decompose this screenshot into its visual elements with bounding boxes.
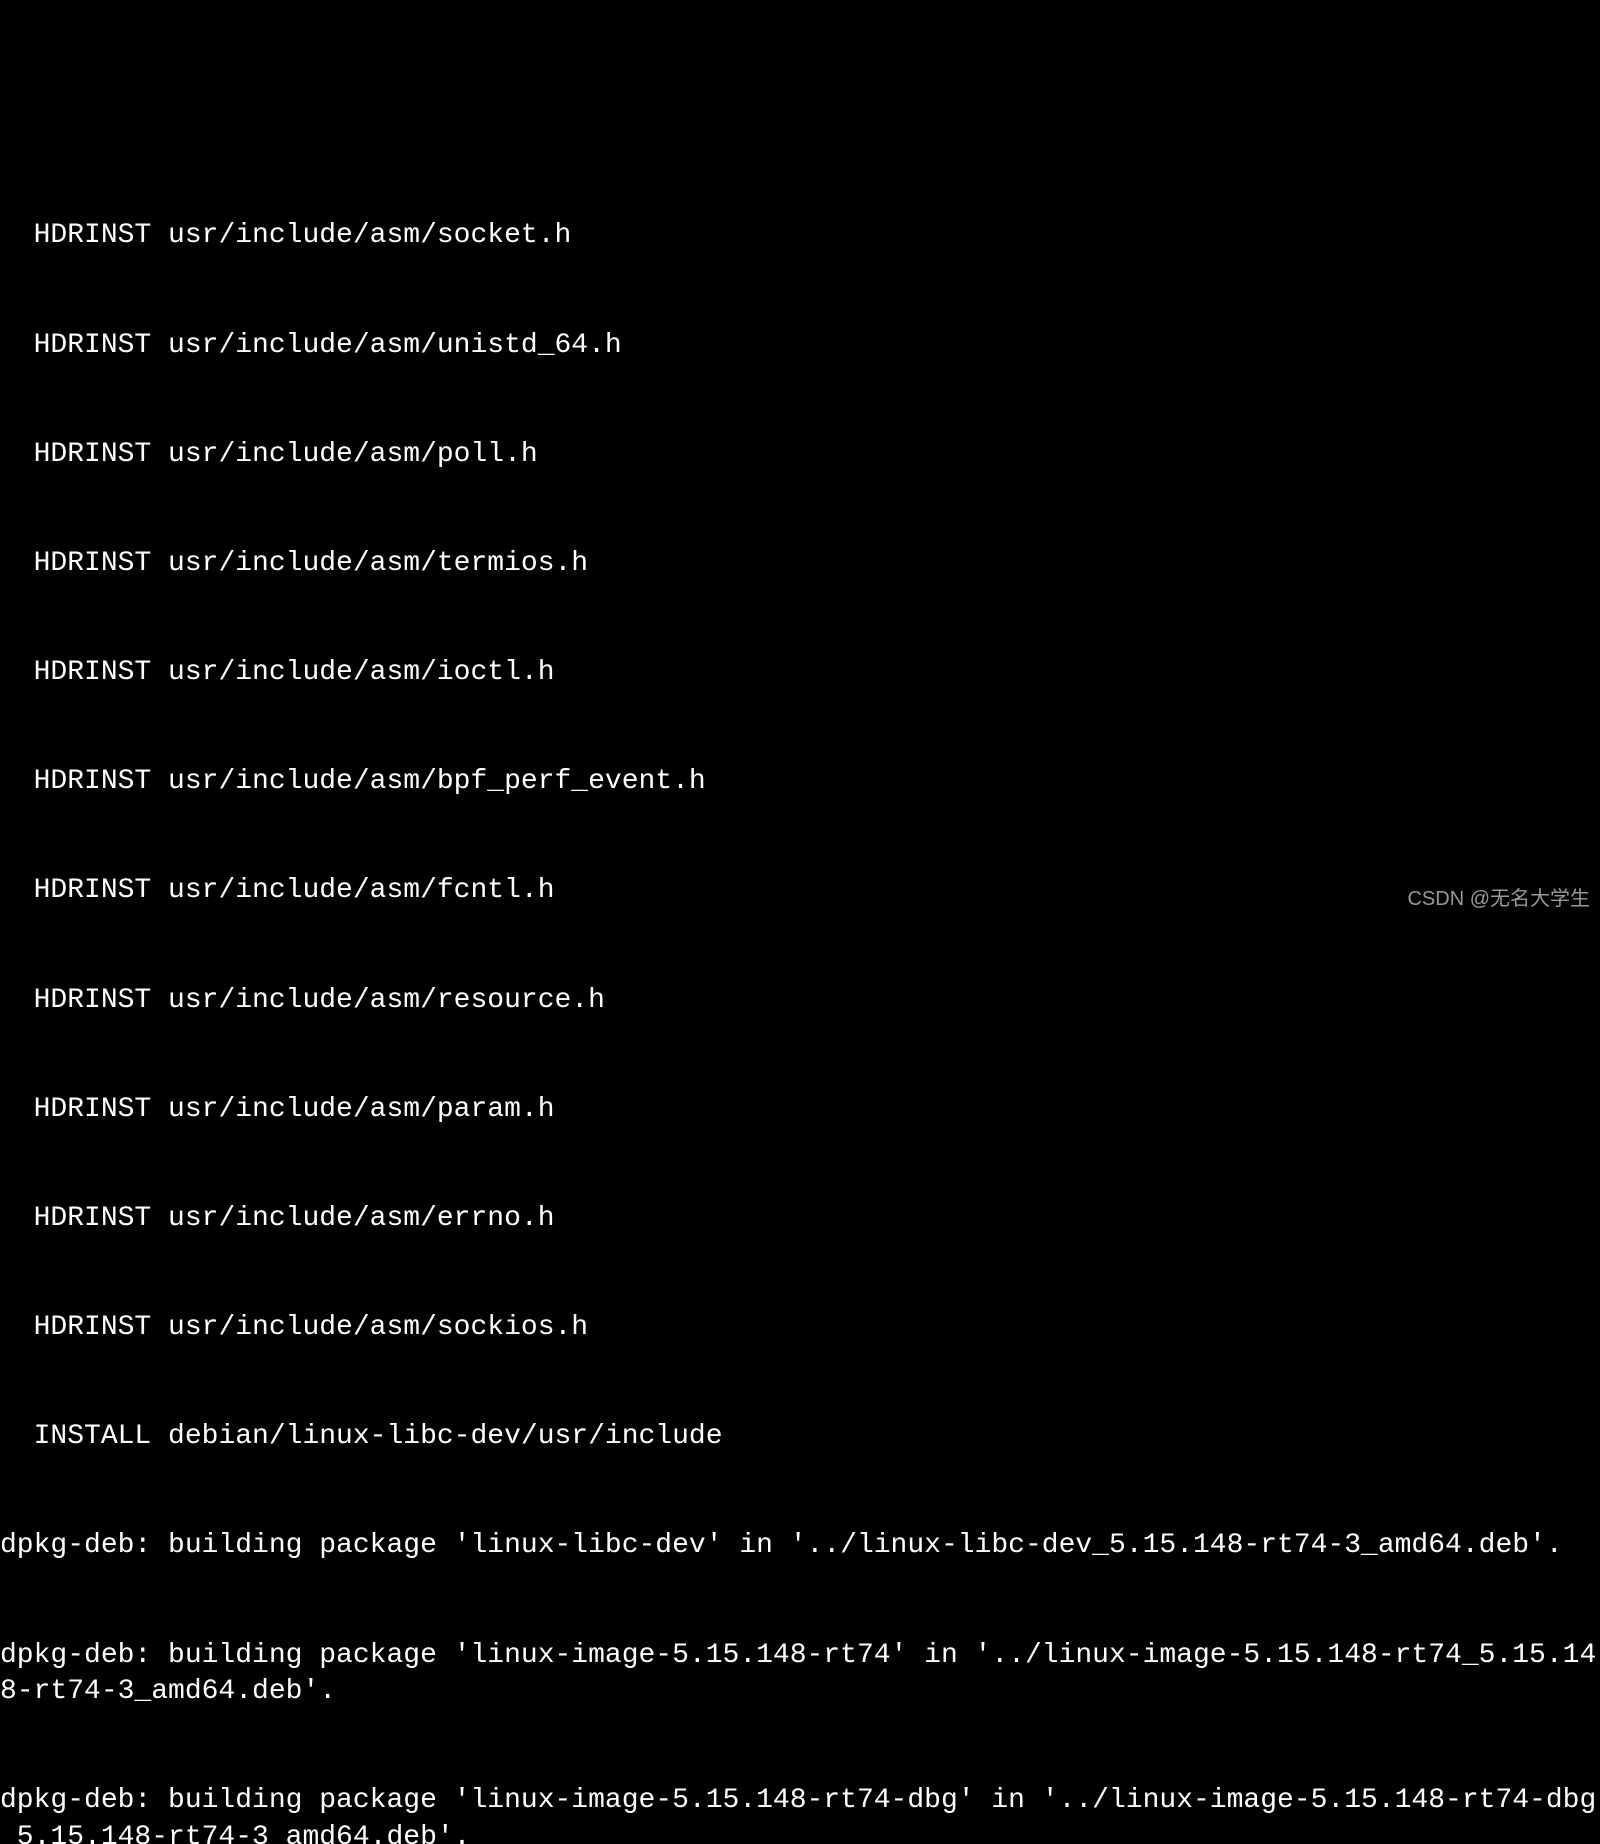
output-line: HDRINST usr/include/asm/socket.h [0, 218, 1600, 254]
output-line: HDRINST usr/include/asm/unistd_64.h [0, 328, 1600, 364]
output-line: HDRINST usr/include/asm/errno.h [0, 1201, 1600, 1237]
output-line: INSTALL debian/linux-libc-dev/usr/includ… [0, 1419, 1600, 1455]
output-line: HDRINST usr/include/asm/poll.h [0, 437, 1600, 473]
output-line: HDRINST usr/include/asm/sockios.h [0, 1310, 1600, 1346]
output-line: dpkg-deb: building package 'linux-libc-d… [0, 1528, 1600, 1564]
output-line: HDRINST usr/include/asm/fcntl.h [0, 873, 1600, 909]
output-line: HDRINST usr/include/asm/resource.h [0, 983, 1600, 1019]
output-line: HDRINST usr/include/asm/termios.h [0, 546, 1600, 582]
output-line: HDRINST usr/include/asm/bpf_perf_event.h [0, 764, 1600, 800]
output-line: dpkg-deb: building package 'linux-image-… [0, 1783, 1600, 1844]
output-line: HDRINST usr/include/asm/param.h [0, 1092, 1600, 1128]
output-line: dpkg-deb: building package 'linux-image-… [0, 1638, 1600, 1711]
watermark-text: CSDN @无名大学生 [1407, 886, 1590, 912]
output-line: HDRINST usr/include/asm/ioctl.h [0, 655, 1600, 691]
terminal-output[interactable]: HDRINST usr/include/asm/socket.h HDRINST… [0, 146, 1600, 1068]
